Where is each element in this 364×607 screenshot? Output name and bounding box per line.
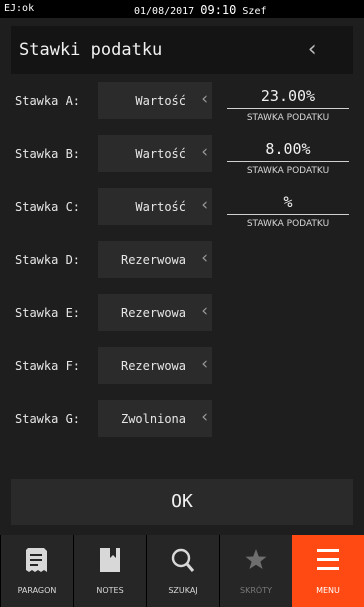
- row-label-a: Stawka A:: [15, 94, 81, 108]
- search-icon: [171, 548, 195, 572]
- chevron-left-icon: ‹: [201, 248, 208, 268]
- rate-value-a: 23.00%: [260, 87, 316, 105]
- nav-label: MENU: [316, 586, 340, 595]
- nav-label: NOTES: [96, 586, 124, 595]
- row-label-c: Stawka C:: [15, 200, 81, 214]
- chevron-left-icon: ‹: [201, 407, 208, 427]
- value-select-text: Zwolniona: [120, 412, 186, 426]
- value-select-f[interactable]: Rezerwowa ‹: [98, 347, 212, 384]
- nav-label: SZUKAJ: [168, 586, 198, 595]
- rate-field-a[interactable]: 23.00% STAWKA PODATKU: [227, 87, 349, 127]
- value-select-text: Rezerwowa: [120, 253, 186, 267]
- datetime: 01/08/2017 09:10 Szef: [134, 3, 267, 17]
- value-select-text: Wartość: [135, 94, 186, 108]
- page-header: Stawki podatku ‹: [11, 26, 353, 74]
- notebook-icon: [100, 548, 120, 572]
- nav-paragon[interactable]: PARAGON: [1, 535, 73, 607]
- ok-button[interactable]: OK: [11, 479, 353, 525]
- nav-notes[interactable]: NOTES: [74, 535, 146, 607]
- hamburger-menu-icon: [317, 549, 339, 570]
- value-select-e[interactable]: Rezerwowa ‹: [98, 294, 212, 331]
- status-user: Szef: [242, 6, 267, 17]
- chevron-left-icon: ‹: [201, 354, 208, 374]
- nav-menu[interactable]: MENU: [292, 535, 364, 607]
- rate-field-b[interactable]: 8.00% STAWKA PODATKU: [227, 140, 349, 180]
- bottom-nav: PARAGON NOTES SZUKAJ SKRÓTY MENU: [0, 535, 364, 607]
- row-label-f: Stawka F:: [15, 359, 81, 373]
- ej-status: EJ:ok: [4, 3, 35, 14]
- rate-caption: STAWKA PODATKU: [246, 166, 330, 176]
- row-label-e: Stawka E:: [15, 306, 81, 320]
- value-select-text: Rezerwowa: [120, 306, 186, 320]
- status-time: 09:10: [200, 3, 237, 17]
- rate-value-b: 8.00%: [265, 140, 311, 158]
- rate-caption: STAWKA PODATKU: [246, 113, 330, 123]
- chevron-left-icon: ‹: [201, 142, 208, 162]
- status-date: 01/08/2017: [134, 6, 195, 17]
- nav-skroty[interactable]: SKRÓTY: [220, 535, 292, 607]
- page-title: Stawki podatku: [19, 40, 163, 60]
- value-select-b[interactable]: Wartość ‹: [98, 135, 212, 172]
- value-select-d[interactable]: Rezerwowa ‹: [98, 241, 212, 278]
- row-label-g: Stawka G:: [15, 412, 81, 426]
- value-select-c[interactable]: Wartość ‹: [98, 188, 212, 225]
- nav-label: SKRÓTY: [240, 586, 272, 595]
- receipt-icon: [26, 548, 47, 572]
- row-label-b: Stawka B:: [15, 147, 81, 161]
- rate-underline: [227, 214, 349, 215]
- value-select-text: Wartość: [135, 147, 186, 161]
- nav-label: PARAGON: [17, 586, 57, 595]
- value-select-text: Wartość: [135, 200, 186, 214]
- rate-field-c[interactable]: % STAWKA PODATKU: [227, 193, 349, 233]
- chevron-left-icon: ‹: [201, 89, 208, 109]
- rate-caption: STAWKA PODATKU: [246, 219, 330, 229]
- rate-underline: [227, 161, 349, 162]
- value-select-text: Rezerwowa: [120, 359, 186, 373]
- status-bar: EJ:ok 01/08/2017 09:10 Szef: [0, 0, 364, 18]
- rate-underline: [227, 108, 349, 109]
- nav-szukaj[interactable]: SZUKAJ: [147, 535, 219, 607]
- row-label-d: Stawka D:: [15, 253, 81, 267]
- chevron-left-icon: ‹: [201, 301, 208, 321]
- back-chevron-icon[interactable]: ‹: [306, 37, 319, 62]
- chevron-left-icon: ‹: [201, 195, 208, 215]
- rate-value-c: %: [283, 193, 293, 211]
- value-select-g[interactable]: Zwolniona ‹: [98, 400, 212, 437]
- value-select-a[interactable]: Wartość ‹: [98, 82, 212, 119]
- star-icon: [245, 549, 267, 569]
